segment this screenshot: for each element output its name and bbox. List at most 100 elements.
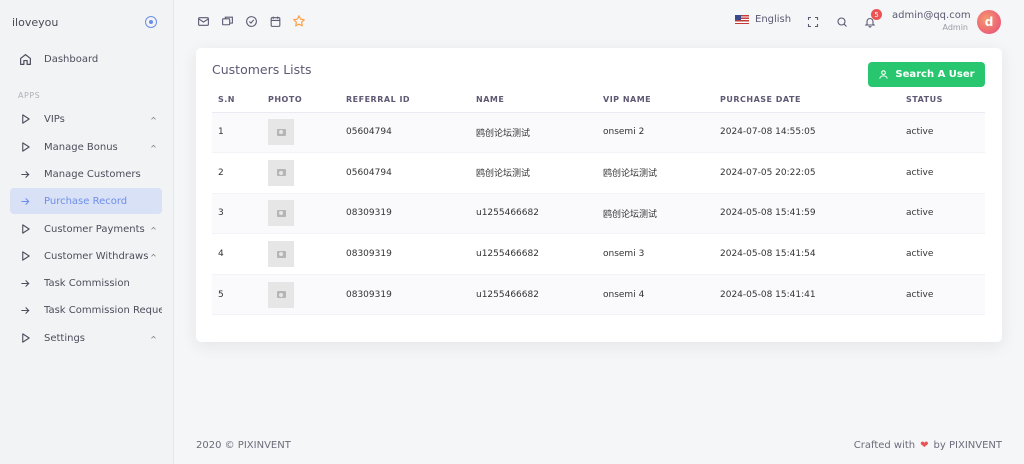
sidebar-item-label: Task Commission xyxy=(44,277,130,289)
column-header[interactable]: S.N xyxy=(212,87,262,113)
sidebar-item-label: Task Commission Request xyxy=(44,304,162,316)
star-icon[interactable] xyxy=(292,14,306,28)
play-icon xyxy=(18,112,32,126)
column-header[interactable]: STATUS xyxy=(900,87,985,113)
sidebar-item-label: Purchase Record xyxy=(44,195,128,207)
sidebar-item-vips[interactable]: VIPs xyxy=(10,106,162,132)
camera-icon xyxy=(276,169,286,177)
us-flag-icon xyxy=(735,15,749,24)
arrow-right-icon xyxy=(18,276,32,290)
chevron-up-icon[interactable] xyxy=(150,252,158,261)
footer-copyright: 2020 © PIXINVENT xyxy=(196,440,291,451)
language-dropdown[interactable]: English xyxy=(735,14,791,25)
table-row[interactable]: 2 05604794 鸥创论坛测试 鸥创论坛测试 2024-07-05 20:22:05… xyxy=(212,152,985,194)
photo-cell xyxy=(262,233,340,275)
column-header[interactable]: PURCHASE DATE xyxy=(714,87,900,113)
cell-name: 鸥创论坛测试 xyxy=(470,152,597,194)
customers-table: S.N PHOTO REFERRAL ID NAME VIP NAME PURCHASE … xyxy=(212,87,985,316)
sidebar-item-task-commission[interactable]: Task Commission xyxy=(10,270,162,296)
cell-name: u1255466682 xyxy=(470,274,597,316)
cell-date: 2024-05-08 15:41:41 xyxy=(714,274,900,316)
topbar: English 5 admin@qq.com Admin d xyxy=(174,0,1024,44)
chat-icon[interactable] xyxy=(220,14,234,28)
photo-placeholder xyxy=(268,281,294,308)
sidebar-item-manage-customers[interactable]: Manage Customers xyxy=(10,161,162,187)
footer-crafted: Crafted with xyxy=(853,440,916,451)
sidebar-item-customer-payments[interactable]: Customer Payments xyxy=(10,216,162,242)
column-header[interactable]: VIP NAME xyxy=(597,87,714,113)
check-circle-icon[interactable] xyxy=(244,14,258,28)
cell-date: 2024-07-05 20:22:05 xyxy=(714,152,900,194)
sidebar-item-purchase-record[interactable]: Purchase Record xyxy=(10,188,162,214)
chevron-up-icon[interactable] xyxy=(150,225,158,234)
chevron-up-icon[interactable] xyxy=(150,143,158,152)
brand: iloveyou xyxy=(0,0,173,44)
user-menu[interactable]: admin@qq.com Admin xyxy=(892,10,971,32)
cell-vip: 鸥创论坛测试 xyxy=(597,152,714,194)
cell-sn: 5 xyxy=(212,274,262,316)
sidebar: iloveyou Dashboard APPS VIPs Manage Bonus… xyxy=(0,0,174,464)
play-icon xyxy=(18,140,32,154)
sidebar-item-label: Manage Customers xyxy=(44,168,141,180)
column-header[interactable]: NAME xyxy=(470,87,597,113)
language-label: English xyxy=(755,14,792,25)
cell-date: 2024-05-08 15:41:59 xyxy=(714,193,900,235)
sidebar-toggle-icon[interactable] xyxy=(145,16,157,28)
brand-name[interactable]: iloveyou xyxy=(12,16,58,29)
search-icon[interactable] xyxy=(835,15,848,28)
calendar-icon[interactable] xyxy=(268,14,282,28)
cell-name: 鸥创论坛测试 xyxy=(470,112,597,154)
cell-sn: 4 xyxy=(212,233,262,275)
sidebar-item-manage-bonus[interactable]: Manage Bonus xyxy=(10,134,162,160)
avatar[interactable]: d xyxy=(977,10,1001,34)
play-icon xyxy=(18,249,32,263)
cell-status: active xyxy=(900,274,985,316)
home-icon xyxy=(18,52,32,66)
arrow-right-icon xyxy=(18,194,32,208)
column-header[interactable]: REFERRAL ID xyxy=(340,87,470,113)
photo-placeholder xyxy=(268,200,294,227)
user-icon xyxy=(879,70,889,79)
notification-bell-icon[interactable]: 5 xyxy=(863,9,882,28)
search-user-button[interactable]: Search A User xyxy=(868,62,985,87)
table-row[interactable]: 3 08309319 u1255466682 鸥创论坛测试 2024-05-08 15:… xyxy=(212,193,985,235)
footer-credit: Crafted with ❤ by PIXINVENT xyxy=(854,440,1002,451)
cell-referral: 08309319 xyxy=(340,274,470,316)
photo-cell xyxy=(262,152,340,194)
bookmark-icons xyxy=(196,14,306,28)
heart-icon: ❤ xyxy=(920,440,929,451)
camera-icon xyxy=(276,128,286,136)
photo-placeholder xyxy=(268,119,294,146)
cell-status: active xyxy=(900,193,985,235)
table-row[interactable]: 5 08309319 u1255466682 onsemi 4 2024-05-08 1… xyxy=(212,274,985,316)
photo-cell xyxy=(262,112,340,154)
user-email: admin@qq.com xyxy=(892,10,971,21)
footer-by: by PIXINVENT xyxy=(933,440,1002,451)
fullscreen-icon[interactable] xyxy=(806,15,819,28)
cell-vip: onsemi 2 xyxy=(597,112,714,154)
table-row[interactable]: 4 08309319 u1255466682 onsemi 3 2024-05-08 1… xyxy=(212,233,985,275)
sidebar-item-settings[interactable]: Settings xyxy=(10,325,162,351)
camera-icon xyxy=(276,250,286,258)
column-header[interactable]: PHOTO xyxy=(262,87,340,113)
cell-date: 2024-07-08 14:55:05 xyxy=(714,112,900,154)
sidebar-item-label: Manage Bonus xyxy=(44,141,118,153)
camera-icon xyxy=(276,209,286,217)
cell-referral: 08309319 xyxy=(340,233,470,275)
sidebar-item-task-commission-request[interactable]: Task Commission Request xyxy=(10,297,162,323)
mail-icon[interactable] xyxy=(196,14,210,28)
table-row[interactable]: 1 05604794 鸥创论坛测试 onsemi 2 2024-07-08 14:55:… xyxy=(212,112,985,154)
sidebar-item-customer-withdraws[interactable]: Customer Withdraws xyxy=(10,243,162,269)
chevron-up-icon[interactable] xyxy=(150,334,158,343)
chevron-up-icon[interactable] xyxy=(150,115,158,124)
section-label-apps: APPS xyxy=(18,91,41,100)
photo-cell xyxy=(262,274,340,316)
play-icon xyxy=(18,222,32,236)
cell-referral: 05604794 xyxy=(340,112,470,154)
sidebar-item-label: Dashboard xyxy=(44,53,99,65)
sidebar-item-dashboard[interactable]: Dashboard xyxy=(10,46,162,72)
cell-vip: onsemi 3 xyxy=(597,233,714,275)
cell-name: u1255466682 xyxy=(470,193,597,235)
cell-referral: 05604794 xyxy=(340,152,470,194)
cell-name: u1255466682 xyxy=(470,233,597,275)
